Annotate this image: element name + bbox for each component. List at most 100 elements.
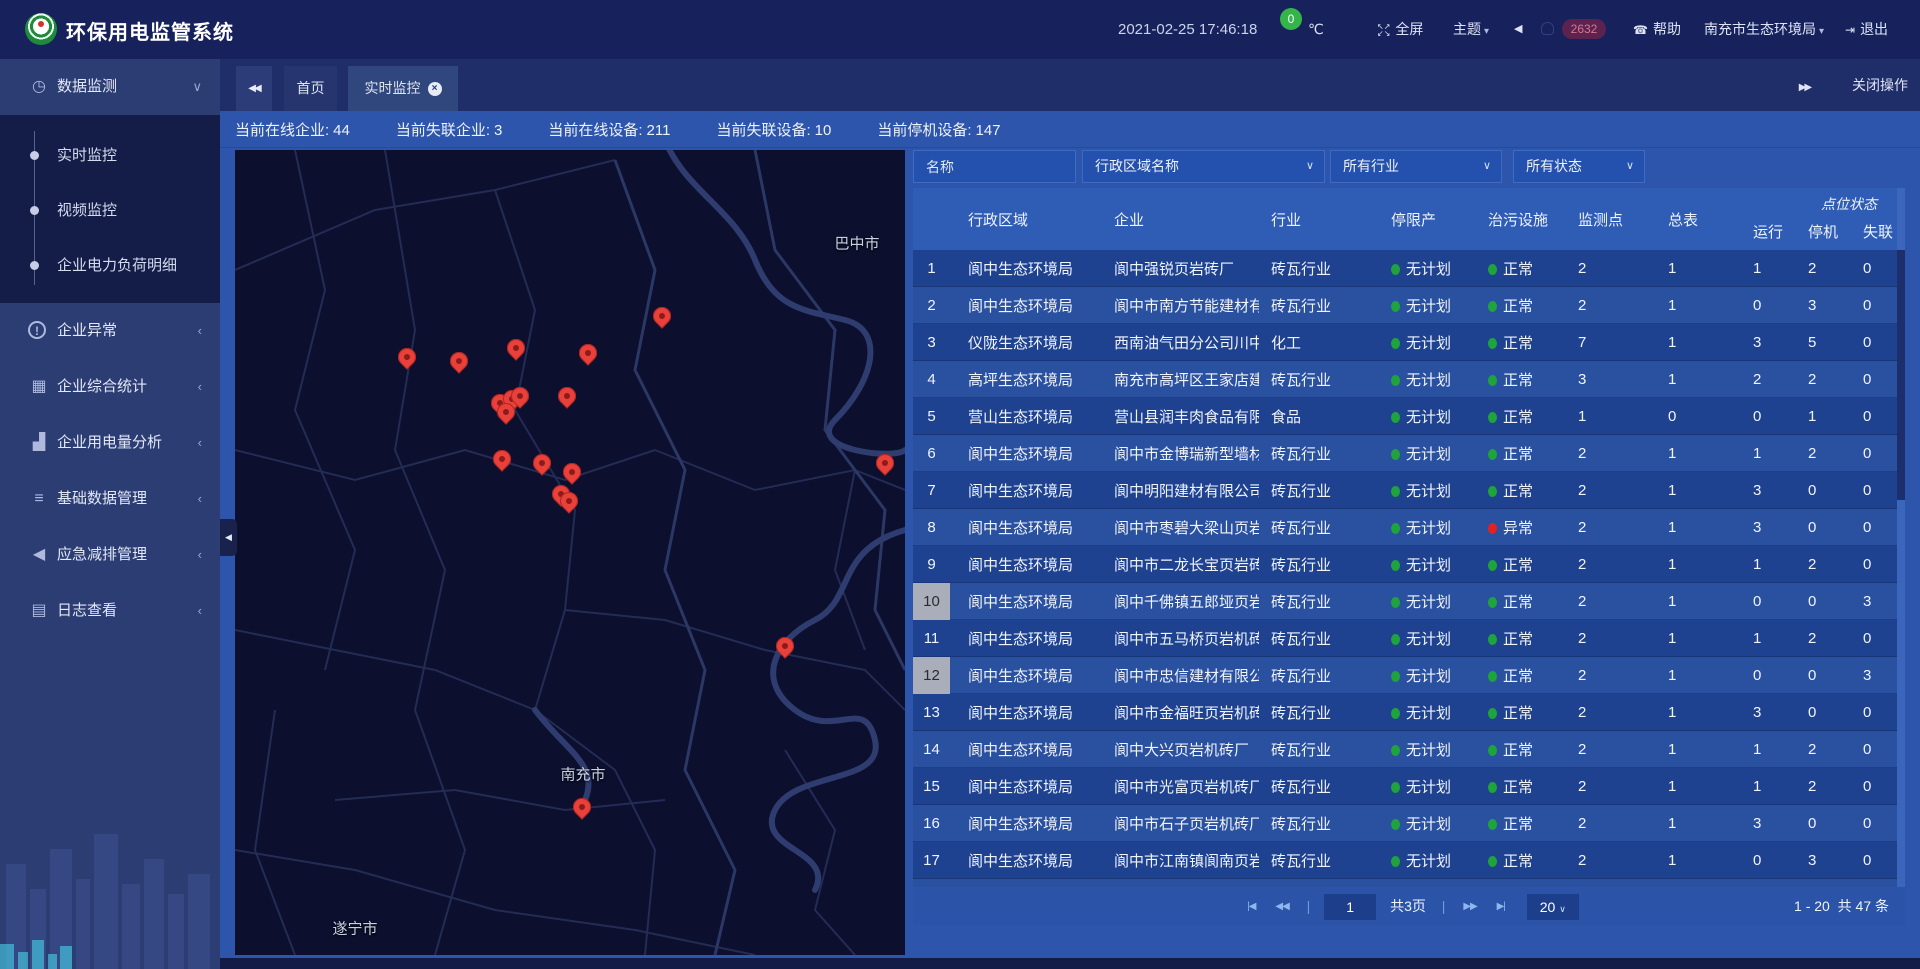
status-dot-icon	[1488, 856, 1497, 867]
tab-home[interactable]: 首页	[284, 66, 337, 111]
table-row[interactable]: 18南部生态环境局南部县砚华水泥有限公建材加工无计划正常60050	[913, 879, 1905, 887]
status-dot-icon	[1488, 708, 1497, 719]
cell-facility-status: 正常	[1476, 369, 1566, 390]
last-page-icon[interactable]: ▶|	[1497, 888, 1505, 926]
table-row[interactable]: 7阆中生态环境局阆中明阳建材有限公司砖瓦行业无计划正常21300	[913, 472, 1905, 509]
cell-stop: 2	[1796, 371, 1851, 388]
tab-realtime-monitor[interactable]: 实时监控×	[348, 66, 458, 111]
table-row[interactable]: 9阆中生态环境局阆中市二龙长宝页岩砖砖瓦行业无计划正常21120	[913, 546, 1905, 583]
table-row[interactable]: 5营山生态环境局营山县润丰肉食品有限食品无计划正常10010	[913, 398, 1905, 435]
row-index: 4	[913, 361, 950, 398]
map-panel[interactable]: 巴中市南充市遂宁市	[235, 150, 905, 955]
notification-count-badge[interactable]: 2632	[1562, 19, 1606, 39]
cell-region: 阆中生态环境局	[950, 295, 1102, 316]
region-select[interactable]: 行政区域名称∨	[1082, 150, 1325, 183]
table-row[interactable]: 10阆中生态环境局阆中千佛镇五郎垭页岩砖瓦行业无计划正常21003	[913, 583, 1905, 620]
sidebar-item-enterprise-abnormal[interactable]: !企业异常‹	[0, 303, 220, 359]
cell-lost: 0	[1851, 260, 1903, 277]
table-header: 点位状态 行政区域 企业 行业 停限产 治污设施 监测点 总表 运行 停机 失联	[913, 188, 1905, 250]
sidebar-item-power-analysis[interactable]: ▟企业用电量分析‹	[0, 415, 220, 471]
cell-industry: 砖瓦行业	[1259, 258, 1379, 279]
chevron-collapsed-icon: ‹	[198, 359, 202, 415]
page-size-select[interactable]: 20∨	[1527, 894, 1579, 920]
sidebar-item-label: 企业异常	[57, 303, 117, 359]
cell-region: 阆中生态环境局	[950, 739, 1102, 760]
cell-industry: 砖瓦行业	[1259, 850, 1379, 871]
table-row[interactable]: 4高坪生态环境局南充市高坪区王家店建砖瓦行业无计划正常31220	[913, 361, 1905, 398]
sidebar-item-enterprise-stats[interactable]: ▦企业综合统计‹	[0, 359, 220, 415]
cell-meters: 1	[1656, 297, 1741, 314]
cell-stop: 0	[1796, 519, 1851, 536]
megaphone-icon: ◀	[28, 527, 50, 583]
cell-facility-status: 正常	[1476, 850, 1566, 871]
org-menu[interactable]: 南充市生态环境局▾	[1704, 0, 1824, 59]
cell-points: 2	[1566, 630, 1656, 647]
cell-lost: 0	[1851, 408, 1903, 425]
cell-stop: 2	[1796, 630, 1851, 647]
stat-item: 当前停机设备:147	[877, 119, 1000, 140]
stat-value: 3	[494, 122, 502, 139]
cell-industry: 砖瓦行业	[1259, 369, 1379, 390]
map-roads	[235, 150, 905, 955]
table-row[interactable]: 8阆中生态环境局阆中市枣碧大梁山页岩砖瓦行业无计划异常21300	[913, 509, 1905, 546]
cell-limit-status: 无计划	[1379, 369, 1476, 390]
table-row[interactable]: 13阆中生态环境局阆中市金福旺页岩机砖砖瓦行业无计划正常21300	[913, 694, 1905, 731]
sound-button[interactable]: ◀	[1514, 0, 1522, 59]
cell-limit-status: 无计划	[1379, 813, 1476, 834]
table-row[interactable]: 14阆中生态环境局阆中大兴页岩机砖厂砖瓦行业无计划正常21120	[913, 731, 1905, 768]
theme-button[interactable]: 主题▾	[1453, 0, 1489, 59]
sidebar-subitem-power-load-detail[interactable]: 企业电力负荷明细	[0, 238, 220, 293]
cell-stop: 3	[1796, 852, 1851, 869]
cell-limit-status: 无计划	[1379, 554, 1476, 575]
prev-page-icon[interactable]: ◀◀	[1275, 888, 1288, 926]
chevron-collapsed-icon: ‹	[198, 583, 202, 639]
scrollbar-thumb[interactable]	[1897, 250, 1905, 500]
cell-company: 营山县润丰肉食品有限	[1102, 406, 1259, 427]
sidebar-item-emergency-reduction[interactable]: ◀应急减排管理‹	[0, 527, 220, 583]
sidebar-subitem-realtime-monitor[interactable]: 实时监控	[0, 128, 220, 183]
map-collapse-toggle[interactable]: ◀	[220, 519, 237, 556]
status-select[interactable]: 所有状态∨	[1513, 150, 1645, 183]
row-index: 18	[913, 879, 950, 887]
close-tab-icon[interactable]: ×	[428, 82, 442, 96]
logout-button[interactable]: ⇥退出	[1845, 0, 1888, 59]
sidebar-item-label: 企业用电量分析	[57, 415, 162, 471]
sidebar-item-log-view[interactable]: ▤日志查看‹	[0, 583, 220, 639]
tab-scroll-left-icon[interactable]: ◀◀	[236, 66, 272, 111]
cell-company: 阆中市金福旺页岩机砖	[1102, 702, 1259, 723]
table-row[interactable]: 11阆中生态环境局阆中市五马桥页岩机砖砖瓦行业无计划正常21120	[913, 620, 1905, 657]
cell-run: 0	[1741, 852, 1796, 869]
page-number-input[interactable]: 1	[1324, 894, 1376, 920]
table-row[interactable]: 17阆中生态环境局阆中市江南镇阆南页岩砖瓦行业无计划正常21030	[913, 842, 1905, 879]
cell-lost: 0	[1851, 297, 1903, 314]
table-scrollbar[interactable]	[1897, 188, 1905, 887]
table-row[interactable]: 1阆中生态环境局阆中强锐页岩砖厂砖瓦行业无计划正常21120	[913, 250, 1905, 287]
sidebar-subitem-video-monitor[interactable]: 视频监控	[0, 183, 220, 238]
table-row[interactable]: 3仪陇生态环境局西南油气田分公司川中化工无计划正常71350	[913, 324, 1905, 361]
sidebar-item-base-data[interactable]: ≡基础数据管理‹	[0, 471, 220, 527]
table-row[interactable]: 6阆中生态环境局阆中市金博瑞新型墙材砖瓦行业无计划正常21120	[913, 435, 1905, 472]
sidebar-item-data-monitor[interactable]: ◷数据监测∨	[0, 59, 220, 115]
cell-region: 阆中生态环境局	[950, 628, 1102, 649]
help-button[interactable]: ☎帮助	[1633, 0, 1681, 59]
row-index: 16	[913, 805, 950, 842]
datetime: 2021-02-25 17:46:18	[1118, 0, 1257, 59]
status-dot-icon	[1488, 782, 1497, 793]
fullscreen-button[interactable]: ↖↗↙↘全屏	[1377, 0, 1423, 59]
filter-bar: 行政区域名称∨ 所有行业∨ 所有状态∨	[913, 150, 1905, 183]
next-page-icon[interactable]: ▶▶	[1463, 888, 1476, 926]
table-row[interactable]: 15阆中生态环境局阆中市光富页岩机砖厂砖瓦行业无计划正常21120	[913, 768, 1905, 805]
name-search-input[interactable]	[913, 150, 1076, 183]
row-index: 12	[913, 657, 950, 694]
chevron-down-icon: ▾	[1819, 26, 1824, 37]
table-row[interactable]: 2阆中生态环境局阆中市南方节能建材有砖瓦行业无计划正常21030	[913, 287, 1905, 324]
table-row[interactable]: 16阆中生态环境局阆中市石子页岩机砖厂砖瓦行业无计划正常21300	[913, 805, 1905, 842]
cell-stop: 0	[1796, 482, 1851, 499]
first-page-icon[interactable]: |◀	[1247, 888, 1255, 926]
sidebar-item-label: 数据监测	[57, 59, 117, 115]
industry-select[interactable]: 所有行业∨	[1330, 150, 1502, 183]
close-operations-button[interactable]: 关闭操作	[1852, 77, 1908, 93]
tab-scroll-right-icon[interactable]: ▶▶	[1799, 82, 1810, 93]
table-row[interactable]: 12阆中生态环境局阆中市忠信建材有限公砖瓦行业无计划正常21003	[913, 657, 1905, 694]
cell-run: 2	[1741, 371, 1796, 388]
